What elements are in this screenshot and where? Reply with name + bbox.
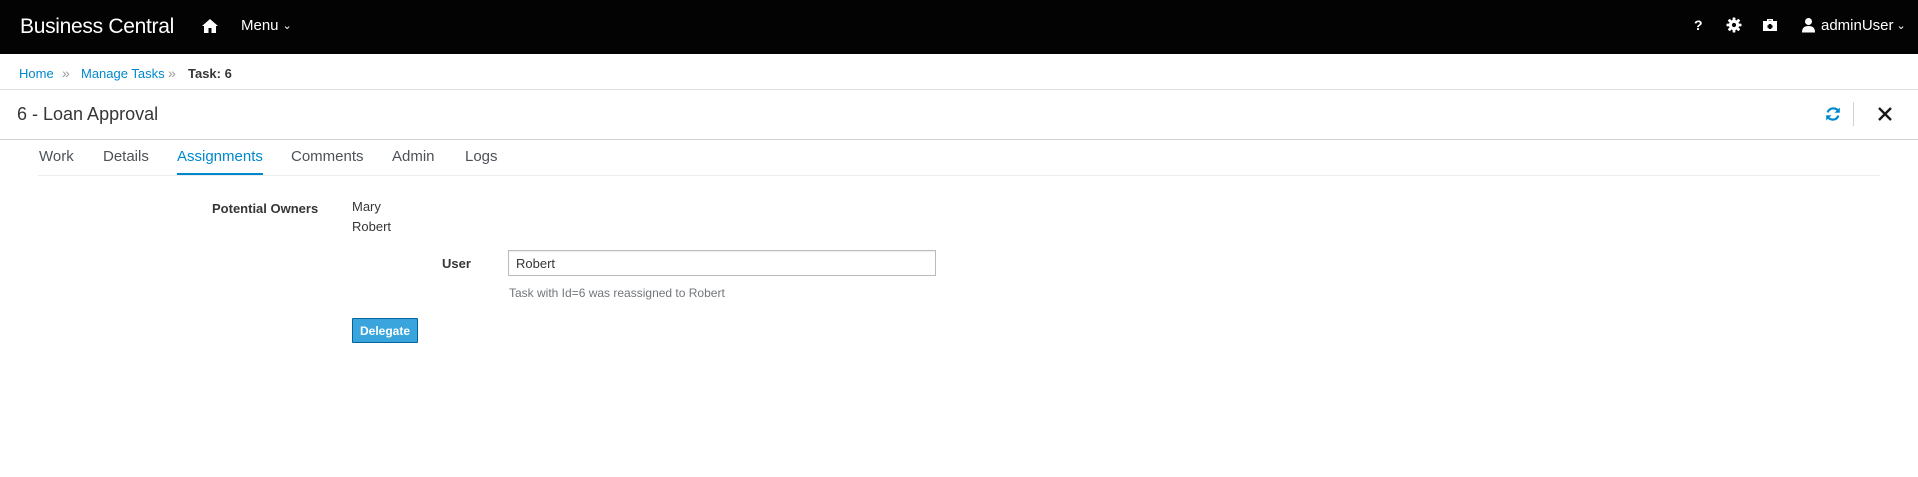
user-icon[interactable] (1801, 17, 1816, 33)
tab-logs[interactable]: Logs (465, 148, 498, 173)
tab-assignments[interactable]: Assignments (177, 148, 263, 175)
briefcase-icon[interactable] (1761, 16, 1779, 34)
user-field-label: User (442, 256, 471, 271)
chevron-down-icon: ⌄ (282, 20, 292, 32)
user-name: adminUser (1821, 17, 1894, 34)
gear-icon[interactable] (1725, 16, 1743, 34)
chevron-down-icon: ⌄ (1896, 20, 1906, 32)
tab-admin[interactable]: Admin (392, 148, 435, 173)
breadcrumb: Home » Manage Tasks » Task: 6 (0, 54, 1918, 90)
potential-owners-label: Potential Owners (212, 201, 319, 216)
breadcrumb-manage-tasks[interactable]: Manage Tasks (81, 66, 165, 81)
user-menu[interactable]: adminUser ⌄ (1821, 17, 1906, 34)
reassign-status-text: Task with Id=6 was reassigned to Robert (509, 286, 725, 300)
menu-label: Menu (241, 17, 279, 34)
task-tabs: Work Details Assignments Comments Admin … (38, 140, 1880, 176)
divider (1853, 102, 1854, 126)
app-title[interactable]: Business Central (20, 15, 174, 39)
user-input[interactable] (508, 250, 936, 276)
breadcrumb-separator: » (168, 65, 176, 81)
breadcrumb-home[interactable]: Home (19, 66, 54, 81)
breadcrumb-current: Task: 6 (188, 66, 232, 81)
question-icon[interactable]: ? (1694, 17, 1703, 33)
top-navbar: Business Central Menu ⌄ ? adminUser ⌄ (0, 0, 1918, 54)
delegate-button[interactable]: Delegate (352, 318, 418, 343)
close-icon[interactable] (1877, 106, 1893, 122)
breadcrumb-separator: » (62, 65, 70, 81)
page-title: 6 - Loan Approval (17, 104, 159, 124)
page-header: 6 - Loan Approval (0, 90, 1918, 140)
home-icon[interactable] (201, 17, 219, 35)
owner-item: Mary (352, 199, 381, 214)
tab-work[interactable]: Work (39, 148, 74, 173)
owner-item: Robert (352, 219, 392, 234)
menu-dropdown[interactable]: Menu ⌄ (241, 17, 292, 34)
tab-comments[interactable]: Comments (291, 148, 364, 173)
tab-details[interactable]: Details (103, 148, 149, 173)
refresh-icon[interactable] (1824, 105, 1842, 123)
